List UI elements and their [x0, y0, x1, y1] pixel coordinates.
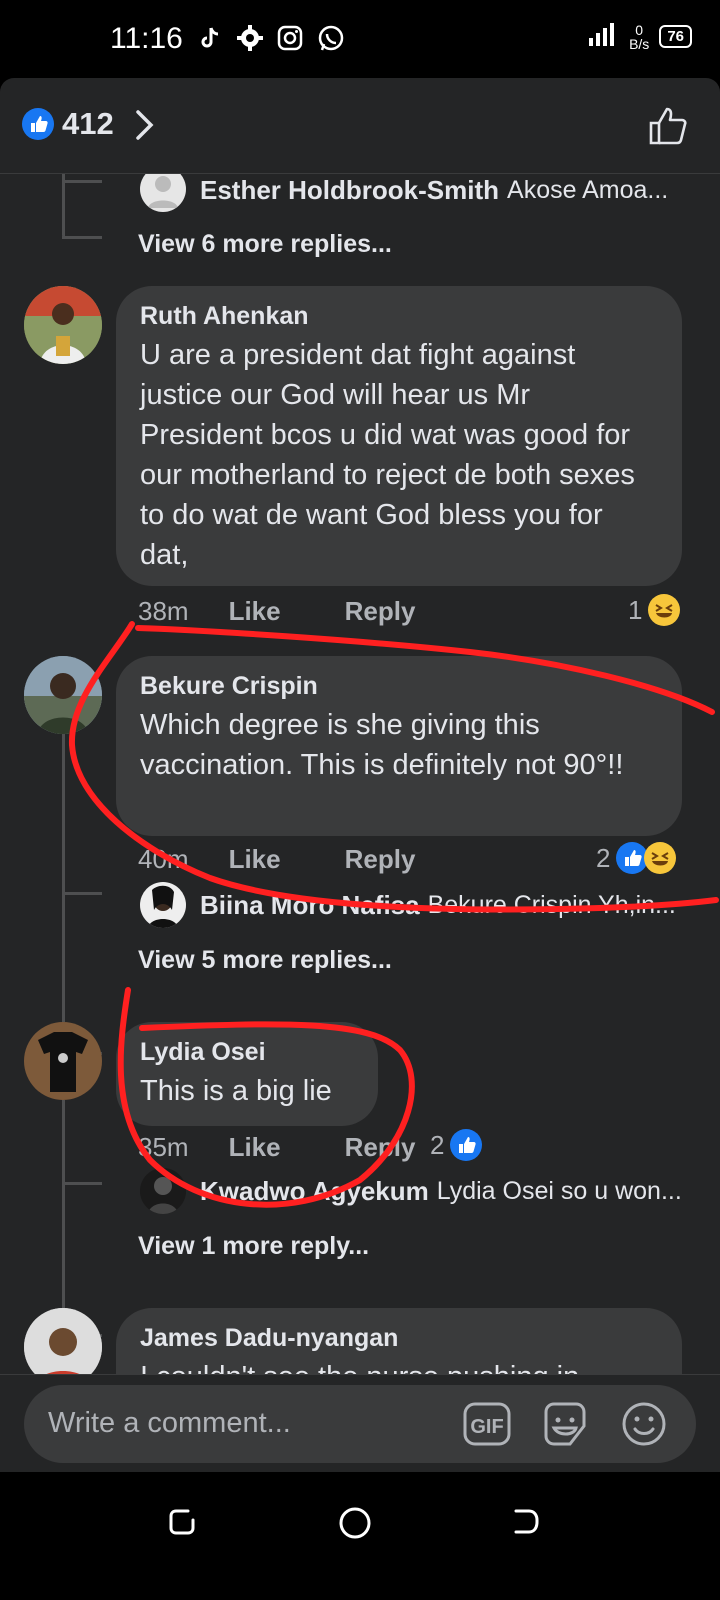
avatar-kwadwo[interactable]: [140, 1168, 186, 1214]
comment-bubble[interactable]: Bekure Crispin Which degree is she givin…: [116, 656, 682, 836]
battery-indicator: 76: [659, 25, 692, 48]
reply-preview[interactable]: Biina Moro Nafisa Bekure Crispin Yh,in..…: [200, 890, 676, 921]
comment-reactions[interactable]: 2: [430, 1129, 483, 1161]
like-button[interactable]: Like: [229, 596, 281, 627]
reactions-header: 412: [0, 78, 720, 174]
haha-emoji-icon: [648, 594, 681, 626]
comment-bubble[interactable]: Lydia Osei This is a big lie: [116, 1022, 378, 1126]
tiktok-icon: [196, 24, 224, 52]
comment-actions: 38m Like Reply: [138, 596, 415, 627]
like-button[interactable]: Like: [229, 1132, 281, 1163]
like-emoji-icon: [450, 1129, 483, 1161]
back-button[interactable]: [510, 1506, 542, 1543]
comment-time[interactable]: 40m: [138, 844, 189, 875]
avatar-biina[interactable]: [140, 882, 186, 928]
haha-emoji-icon: [644, 842, 677, 874]
status-bar: 11:16 0 B/s 76: [0, 0, 720, 78]
comment-time[interactable]: 35m: [138, 1132, 189, 1163]
comment-actions: 40m Like Reply: [138, 844, 415, 875]
chevron-right-icon[interactable]: [133, 108, 157, 147]
view-more-replies[interactable]: View 5 more replies...: [138, 946, 392, 975]
clock: 11:16: [110, 22, 183, 55]
comments-feed: Esther Holdbrook-Smith Akose Amoa... Vie…: [0, 174, 720, 1452]
comment-text: This is a big lie: [140, 1075, 332, 1107]
like-reaction-icon: [22, 108, 54, 140]
comments-sheet: 412 Esther Holdbrook-Smith Akose Amoa...…: [0, 78, 720, 1472]
avatar-bekure[interactable]: [24, 656, 102, 734]
reply-button[interactable]: Reply: [345, 844, 416, 875]
home-button[interactable]: [338, 1506, 372, 1545]
comment-author[interactable]: Ruth Ahenkan: [140, 302, 658, 331]
comment-time[interactable]: 38m: [138, 596, 189, 627]
comment-reactions[interactable]: 2: [596, 842, 677, 874]
settings-icon: [236, 24, 264, 52]
like-button[interactable]: Like: [229, 844, 281, 875]
signal-icon: [585, 22, 619, 51]
comment-text: Which degree is she giving this vaccinat…: [140, 709, 624, 781]
comment-author[interactable]: Lydia Osei: [140, 1038, 354, 1067]
reaction-count[interactable]: 412: [62, 106, 114, 142]
comment-author[interactable]: Bekure Crispin: [140, 672, 658, 701]
sticker-icon[interactable]: [540, 1400, 590, 1453]
comment-text: U are a president dat fight against just…: [140, 339, 635, 571]
reply-button[interactable]: Reply: [345, 596, 416, 627]
avatar-esther[interactable]: [140, 174, 186, 212]
comment-author[interactable]: James Dadu-nyangan: [140, 1324, 658, 1353]
avatar-ruth[interactable]: [24, 286, 102, 364]
comment-bubble[interactable]: Ruth Ahenkan U are a president dat fight…: [116, 286, 682, 586]
emoji-icon[interactable]: [620, 1400, 668, 1453]
instagram-icon: [276, 24, 304, 52]
reply-button[interactable]: Reply: [345, 1132, 416, 1163]
svg-text:GIF: GIF: [470, 1416, 503, 1438]
reply-preview[interactable]: Esther Holdbrook-Smith Akose Amoa...: [200, 175, 668, 206]
gif-icon[interactable]: GIF: [462, 1400, 512, 1453]
recents-button[interactable]: [166, 1506, 198, 1543]
network-speed: 0 B/s: [629, 21, 650, 52]
view-more-replies[interactable]: View 1 more reply...: [138, 1232, 369, 1261]
view-more-replies[interactable]: View 6 more replies...: [138, 230, 392, 259]
avatar-lydia[interactable]: [24, 1022, 102, 1100]
system-nav-bar: [0, 1472, 720, 1600]
comment-reactions[interactable]: 1: [628, 594, 681, 626]
comment-actions: 35m Like Reply: [138, 1132, 415, 1163]
reply-preview[interactable]: Kwadwo Agyekum Lydia Osei so u won...: [200, 1176, 682, 1207]
whatsapp-icon: [316, 24, 344, 52]
comment-composer: Write a comment... GIF: [0, 1374, 720, 1472]
comment-input[interactable]: Write a comment... GIF: [24, 1385, 696, 1463]
like-post-button[interactable]: [646, 104, 690, 153]
